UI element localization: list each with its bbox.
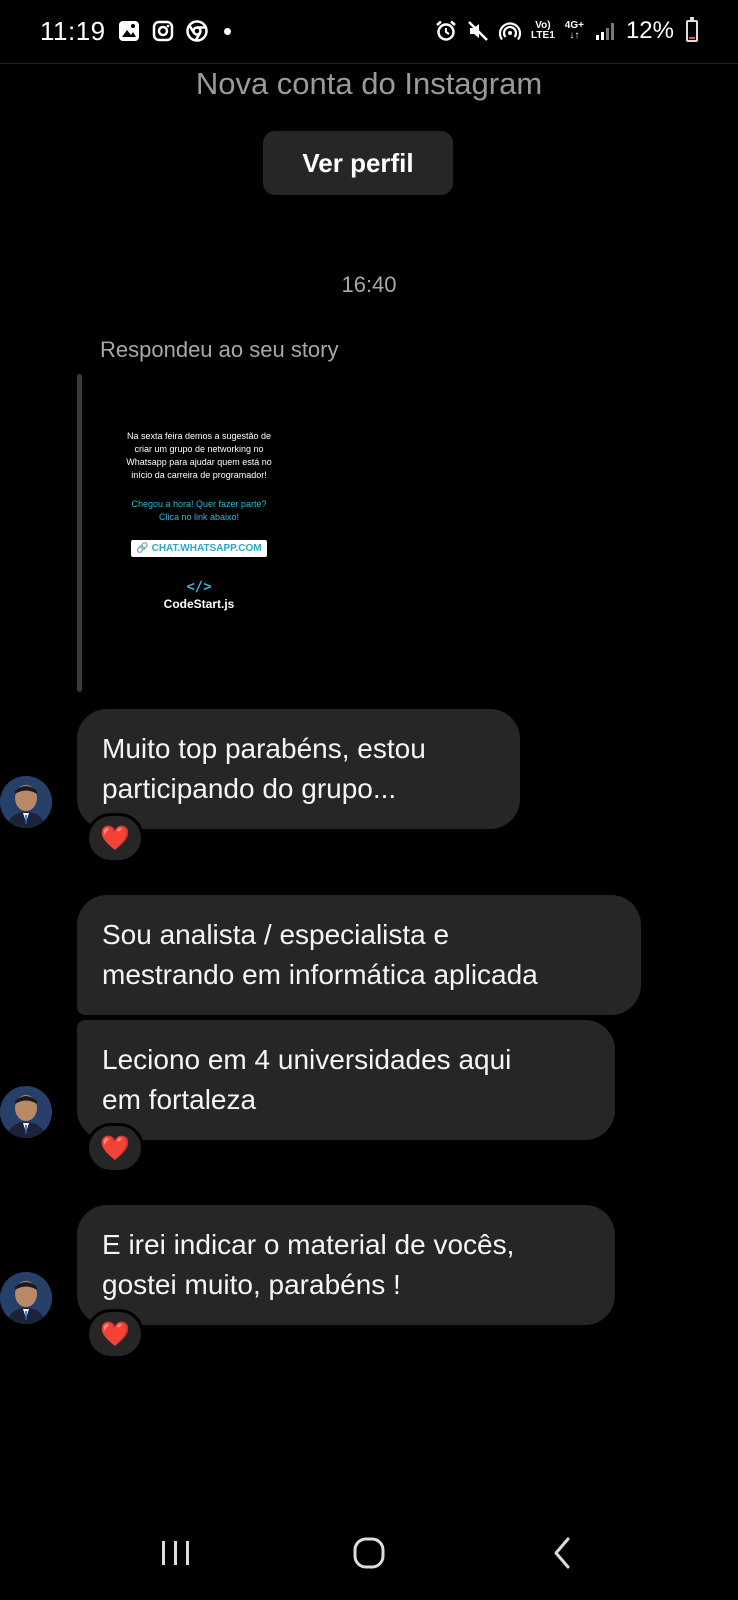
navigation-bar [0, 1505, 738, 1600]
message-line: em fortaleza [102, 1084, 257, 1115]
message-line: gostei muito, parabéns ! [102, 1269, 401, 1300]
volte-label-bottom: LTE1 [531, 30, 555, 41]
mute-icon [467, 20, 489, 42]
status-divider [0, 63, 738, 64]
message-line: participando do grupo... [102, 773, 397, 804]
4g-icon: 4G+ ↓↑ [565, 21, 584, 41]
avatar[interactable] [0, 776, 52, 828]
heart-icon: ❤️ [100, 1134, 130, 1162]
heart-icon: ❤️ [100, 1320, 130, 1348]
story-brand: CodeStart.js [163, 597, 235, 611]
instagram-icon [152, 20, 174, 42]
message-bubble[interactable]: Leciono em 4 universidades aqui em forta… [77, 1020, 615, 1140]
status-bar: 11:19 Vo) LTE1 4G+ ↓↑ 12% [0, 0, 738, 62]
avatar[interactable] [0, 1086, 52, 1138]
recent-apps-icon[interactable] [146, 1523, 206, 1583]
battery-percent: 12% [625, 17, 674, 44]
network-label-bottom: ↓↑ [569, 30, 580, 41]
chrome-icon [185, 20, 208, 42]
heart-reaction[interactable]: ❤️ [86, 1309, 144, 1359]
status-left: 11:19 [40, 16, 231, 47]
message-bubble[interactable]: Muito top parabéns, estou participando d… [77, 709, 520, 829]
view-profile-button[interactable]: Ver perfil [263, 131, 453, 195]
message-bubble[interactable]: Sou analista / especialista e mestrando … [77, 895, 641, 1015]
link-icon: 🔗 [136, 543, 149, 554]
battery-fill [689, 37, 695, 39]
signal-icon [594, 20, 616, 42]
message-line: Sou analista / especialista e [102, 919, 450, 950]
battery-icon [686, 17, 698, 42]
story-reply-bar [77, 374, 82, 692]
code-icon: </> [186, 579, 212, 595]
alarm-icon [435, 20, 457, 42]
message-line: Muito top parabéns, estou [102, 733, 426, 764]
hotspot-icon [499, 20, 522, 42]
story-reply-label: Respondeu ao seu story [100, 337, 339, 362]
heart-reaction[interactable]: ❤️ [86, 1123, 144, 1173]
volte-icon: Vo) LTE1 [531, 21, 555, 41]
story-link-label: CHAT.WHATSAPP.COM [151, 543, 262, 554]
status-right: Vo) LTE1 4G+ ↓↑ 12% [435, 17, 698, 45]
message-line: Leciono em 4 universidades aqui [102, 1044, 512, 1075]
story-preview[interactable]: Na sexta feira demos a sugestão de criar… [94, 374, 304, 692]
message-line: mestrando em informática aplicada [102, 959, 538, 990]
message-timestamp: 16:40 [341, 272, 397, 297]
story-cta: Chegou a hora! Quer fazer parte? Clica n… [131, 499, 267, 522]
back-icon[interactable] [532, 1523, 592, 1583]
home-icon[interactable] [339, 1523, 399, 1583]
story-link-sticker: 🔗 CHAT.WHATSAPP.COM [131, 540, 267, 557]
story-text: Na sexta feira demos a sugestão de criar… [126, 431, 272, 480]
heart-icon: ❤️ [100, 824, 130, 852]
heart-reaction[interactable]: ❤️ [86, 813, 144, 863]
notification-dot [223, 27, 231, 35]
message-bubble[interactable]: E irei indicar o material de vocês, gost… [77, 1205, 615, 1325]
gallery-icon [118, 20, 140, 42]
account-label: Nova conta do Instagram [195, 66, 543, 101]
status-time: 11:19 [40, 15, 106, 46]
message-line: E irei indicar o material de vocês, [102, 1229, 515, 1260]
avatar[interactable] [0, 1272, 52, 1324]
